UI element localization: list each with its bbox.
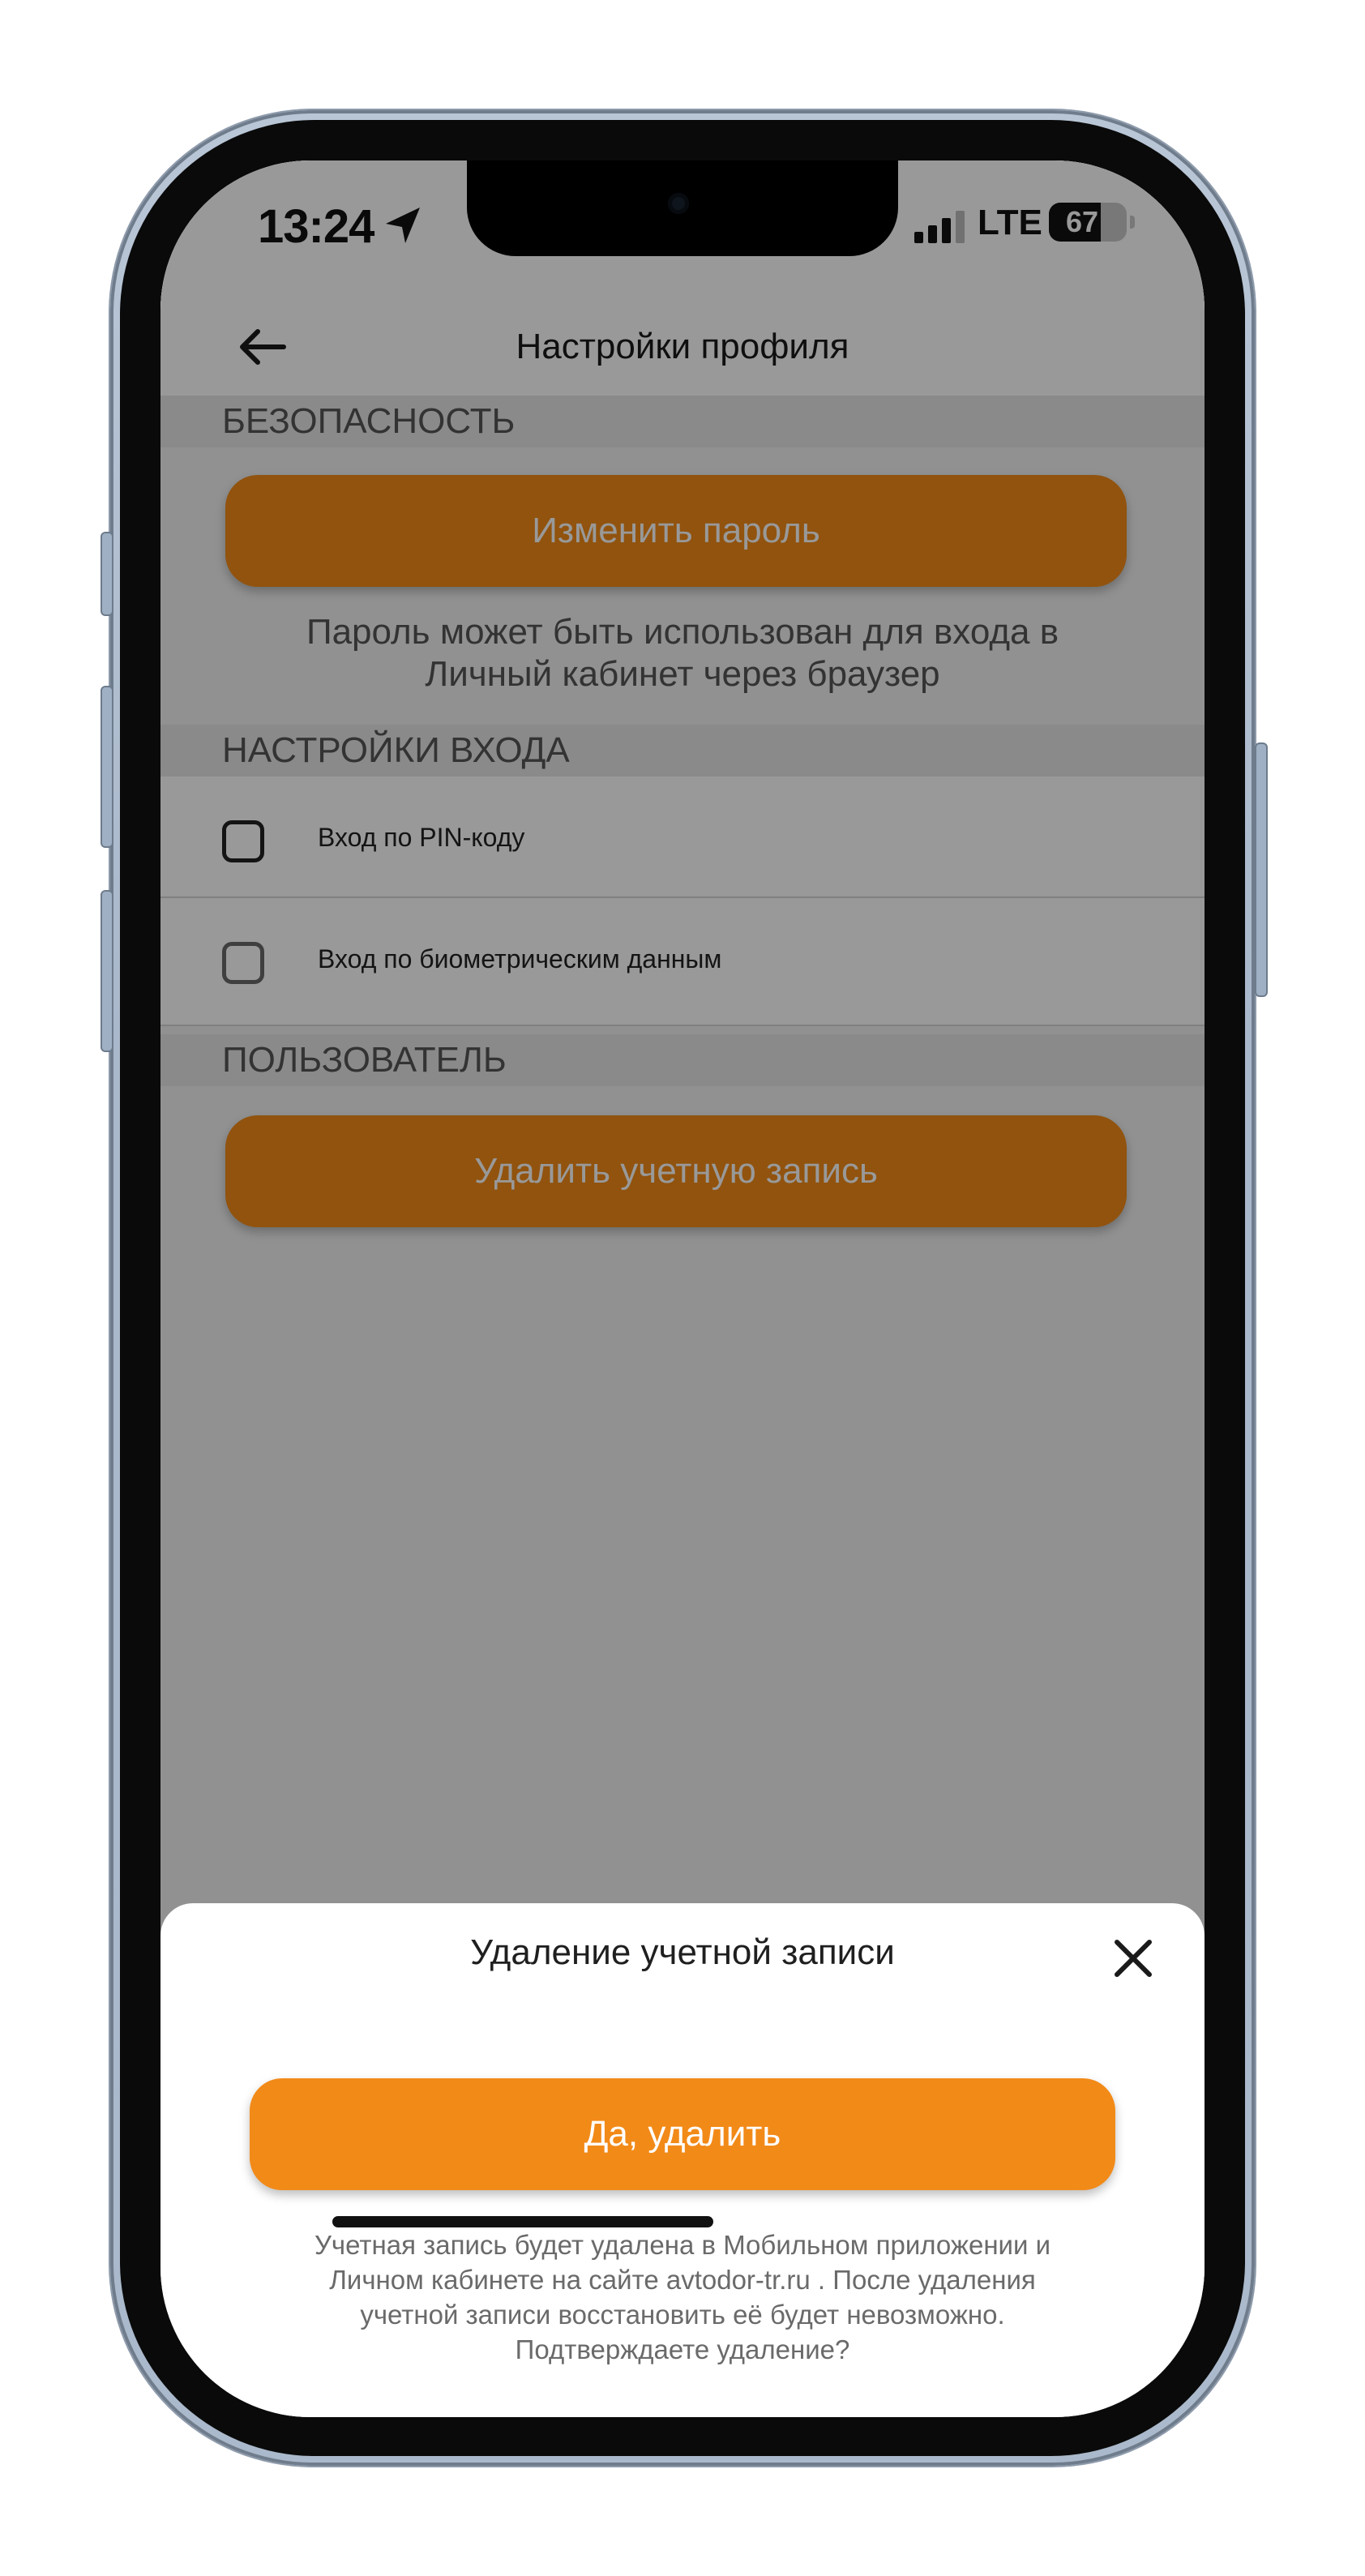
- delete-warning-text: Учетная запись будет удалена в Мобильном…: [250, 2227, 1115, 2367]
- volume-down-button: [101, 890, 113, 1052]
- close-icon[interactable]: [1109, 1934, 1157, 1983]
- delete-warning-line-4: Подтверждаете удаление?: [515, 2334, 850, 2364]
- delete-warning-line-2: Личном кабинете на сайте avtodor-tr.ru .…: [329, 2265, 1036, 2295]
- sheet-title: Удаление учетной записи: [470, 1932, 895, 1972]
- delete-warning-line-3: учетной записи восстановить её будет нев…: [360, 2300, 1005, 2330]
- volume-up-button: [101, 686, 113, 848]
- delete-account-sheet: Удаление учетной записи Да, удалить Учет…: [160, 1903, 1205, 2417]
- delete-warning-line-1: Учетная запись будет удалена в Мобильном…: [314, 2230, 1051, 2260]
- power-button: [1255, 742, 1268, 997]
- home-indicator[interactable]: [332, 2216, 713, 2227]
- confirm-delete-button[interactable]: Да, удалить: [250, 2078, 1115, 2190]
- phone-screen: 13:24 LTE 67 Настройки профиля БЕЗОПАСНО…: [160, 160, 1205, 2417]
- mute-switch: [101, 532, 113, 616]
